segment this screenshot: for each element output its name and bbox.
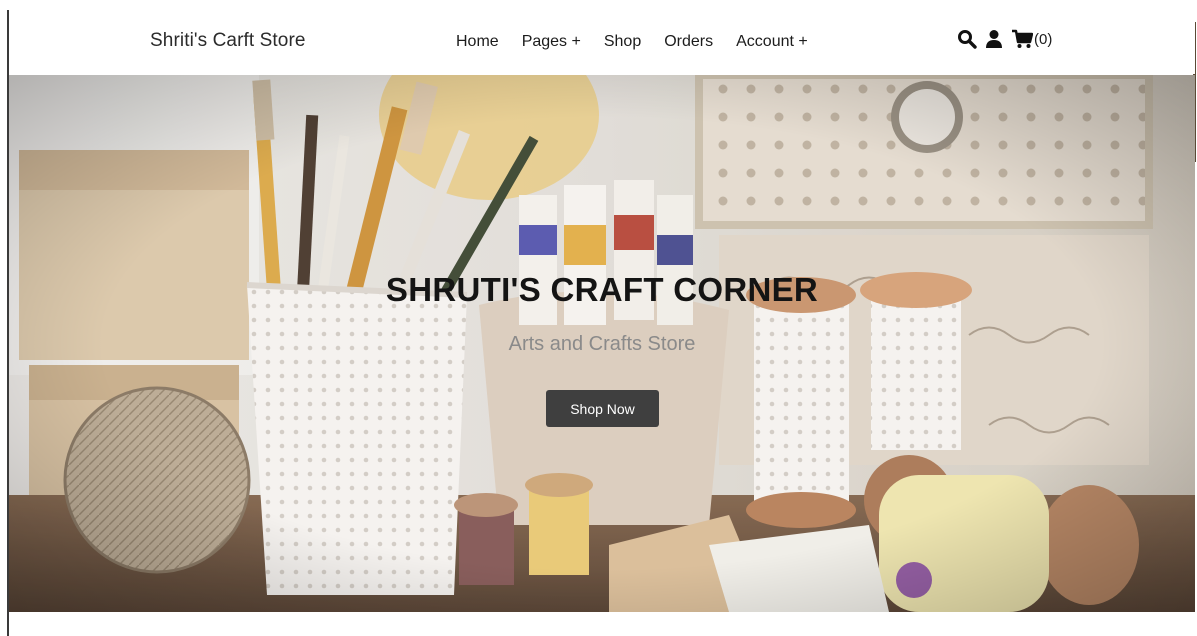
cart-button[interactable]: (0): [1011, 29, 1052, 49]
shop-now-button[interactable]: Shop Now: [546, 390, 659, 427]
main-nav: Home Pages + Shop Orders Account +: [456, 33, 808, 51]
brand-name[interactable]: Shriti's Carft Store: [150, 30, 306, 52]
top-navbar: Shriti's Carft Store Home Pages + Shop O…: [9, 10, 1195, 74]
nav-orders[interactable]: Orders: [664, 33, 713, 51]
nav-account[interactable]: Account +: [736, 33, 808, 51]
cart-icon: [1011, 29, 1033, 49]
hero-banner: SHRUTI'S CRAFT CORNER Arts and Crafts St…: [9, 75, 1195, 612]
nav-icon-group: (0): [957, 29, 1052, 49]
user-icon[interactable]: [985, 29, 1003, 49]
nav-shop[interactable]: Shop: [604, 33, 641, 51]
nav-pages[interactable]: Pages +: [522, 33, 581, 51]
cart-count: (0): [1034, 30, 1053, 48]
nav-home[interactable]: Home: [456, 33, 499, 51]
search-icon[interactable]: [957, 29, 977, 49]
hero-subtitle: Arts and Crafts Store: [508, 333, 696, 355]
hero-title: SHRUTI'S CRAFT CORNER: [385, 271, 819, 308]
